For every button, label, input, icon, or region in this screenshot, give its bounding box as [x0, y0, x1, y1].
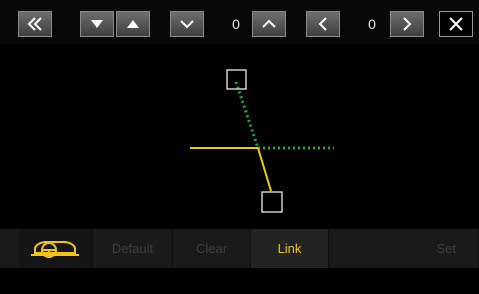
horizontal-value: 0 — [368, 16, 376, 32]
dotted-guide-vertical — [234, 81, 260, 149]
chevron-right-icon — [403, 17, 412, 31]
car-view-tab[interactable] — [18, 229, 93, 268]
link-button[interactable]: Link — [251, 229, 329, 268]
triangle-down-icon — [91, 20, 103, 28]
top-handle-marker[interactable] — [226, 69, 247, 90]
vertical-value: 0 — [232, 16, 240, 32]
default-button[interactable]: Default — [93, 229, 173, 268]
set-button[interactable]: Set — [329, 229, 479, 268]
double-chevron-left-icon — [27, 17, 42, 31]
clear-button[interactable]: Clear — [173, 229, 251, 268]
move-down-button[interactable] — [80, 11, 114, 37]
close-icon — [449, 17, 463, 31]
chevron-down-icon — [180, 20, 194, 29]
adjustment-toolbar: 0 0 — [0, 0, 479, 44]
solid-guide-diagonal — [257, 147, 272, 192]
triangle-up-icon — [127, 20, 139, 28]
guide-line-drawing — [190, 69, 334, 213]
vertical-decrease-button[interactable] — [170, 11, 204, 37]
guide-line-canvas — [0, 44, 479, 230]
horizontal-increase-button[interactable] — [390, 11, 424, 37]
bottom-handle-marker[interactable] — [261, 191, 283, 213]
chevron-up-icon — [262, 19, 276, 28]
back-button[interactable] — [18, 11, 52, 37]
chevron-left-icon — [318, 17, 327, 31]
footer-area — [0, 268, 479, 294]
bottom-tab-bar: Default Clear Link Set — [0, 229, 479, 268]
close-button[interactable] — [439, 11, 473, 37]
move-up-button[interactable] — [116, 11, 150, 37]
steering-wheel-car-icon — [31, 240, 79, 258]
horizontal-decrease-button[interactable] — [306, 11, 340, 37]
vertical-increase-button[interactable] — [252, 11, 286, 37]
